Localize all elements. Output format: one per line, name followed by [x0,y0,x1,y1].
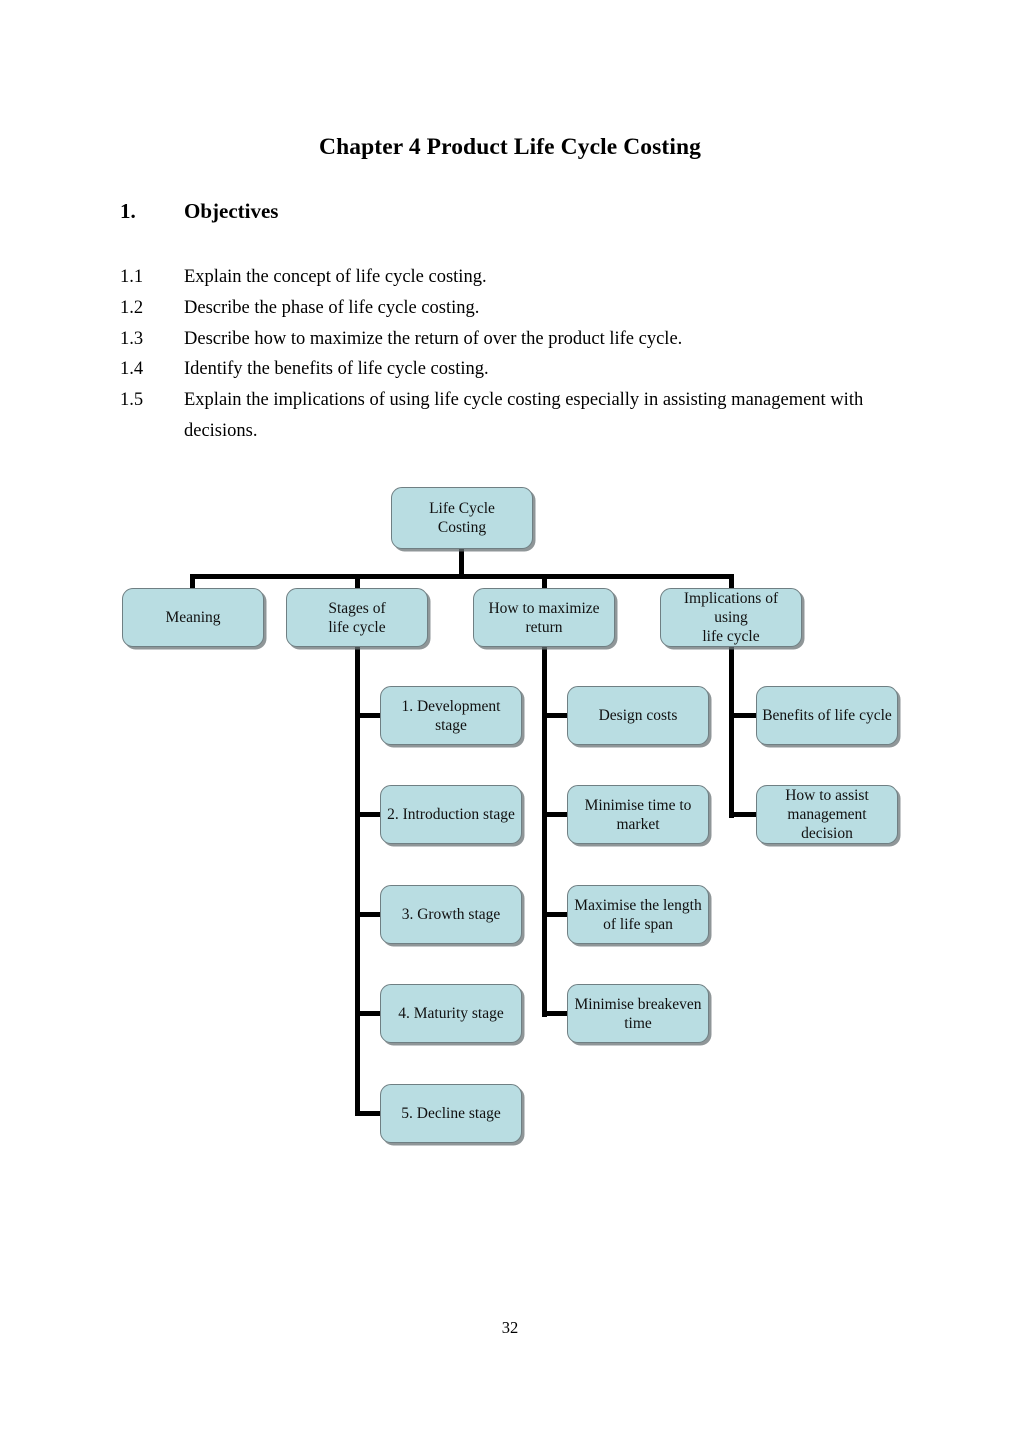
objective-number: 1.5 [120,390,144,411]
objective-item: 1.2 Describe the phase of life cycle cos… [120,293,910,324]
node-design-costs[interactable]: Design costs [567,686,709,745]
objective-text: Explain the concept of life cycle costin… [184,267,487,287]
connector-stub-maximize-3 [542,912,568,917]
node-maturity-stage[interactable]: 4. Maturity stage [380,984,522,1043]
node-meaning[interactable]: Meaning [122,588,264,647]
connector-stub-maximize-1 [542,713,568,718]
node-implications-of-using-life-cycle[interactable]: Implications of using life cycle [660,588,802,647]
node-development-stage[interactable]: 1. Development stage [380,686,522,745]
objectives-list: 1.1 Explain the concept of life cycle co… [120,262,910,447]
connector-stub-stage-3 [355,912,381,917]
connector-maximize-trunk [542,647,547,1017]
node-maximise-length-of-life-span[interactable]: Maximise the length of life span [567,885,709,944]
connector-stub-implications-2 [729,812,757,817]
node-benefits-of-life-cycle[interactable]: Benefits of life cycle [756,686,898,745]
objective-item: 1.4 Identify the benefits of life cycle … [120,354,910,385]
node-root-life-cycle-costing[interactable]: Life Cycle Costing [391,487,533,549]
connector-implications-trunk [729,647,734,818]
objective-number: 1.1 [120,267,144,287]
objective-text: Describe how to maximize the return of o… [184,328,683,349]
connector-root-stem [459,549,464,578]
objective-text: Identify the benefits of life cycle cost… [184,359,489,380]
page-number: 32 [501,1318,519,1337]
objective-number: 1.3 [120,328,144,349]
connector-stub-stage-4 [355,1011,381,1016]
connector-stages-trunk [355,647,360,1116]
node-how-to-maximize-return[interactable]: How to maximize return [473,588,615,647]
node-minimise-breakeven-time[interactable]: Minimise breakeven time [567,984,709,1043]
connector-stub-stage-2 [355,812,381,817]
connector-stub-stage-5 [355,1111,381,1116]
objective-number: 1.4 [120,359,144,380]
connector-stub-maximize-2 [542,812,568,817]
objective-item: 1.3 Describe how to maximize the return … [120,324,910,355]
section-title: Objectives [184,199,279,223]
page-title: Chapter 4 Product Life Cycle Costing [319,134,701,160]
section-number: 1. [120,199,136,223]
node-how-to-assist-management-decision[interactable]: How to assist management decision [756,785,898,844]
document-page: Chapter 4 Product Life Cycle Costing 1. O… [0,0,1020,1443]
objective-item: 1.5 Explain the implications of using li… [120,385,910,447]
connector-level2-bus [190,574,734,579]
node-stages-of-life-cycle[interactable]: Stages of life cycle [286,588,428,647]
node-decline-stage[interactable]: 5. Decline stage [380,1084,522,1143]
node-growth-stage[interactable]: 3. Growth stage [380,885,522,944]
connector-stub-implications-1 [729,713,757,718]
connector-stub-stage-1 [355,713,381,718]
objective-item: 1.1 Explain the concept of life cycle co… [120,262,910,293]
node-minimise-time-to-market[interactable]: Minimise time to market [567,785,709,844]
objective-text: Explain the implications of using life c… [184,390,864,441]
section-heading: 1. Objectives [120,199,278,224]
connector-stub-maximize-4 [542,1011,568,1016]
node-introduction-stage[interactable]: 2. Introduction stage [380,785,522,844]
objective-text: Describe the phase of life cycle costing… [184,297,480,318]
objective-number: 1.2 [120,297,144,318]
